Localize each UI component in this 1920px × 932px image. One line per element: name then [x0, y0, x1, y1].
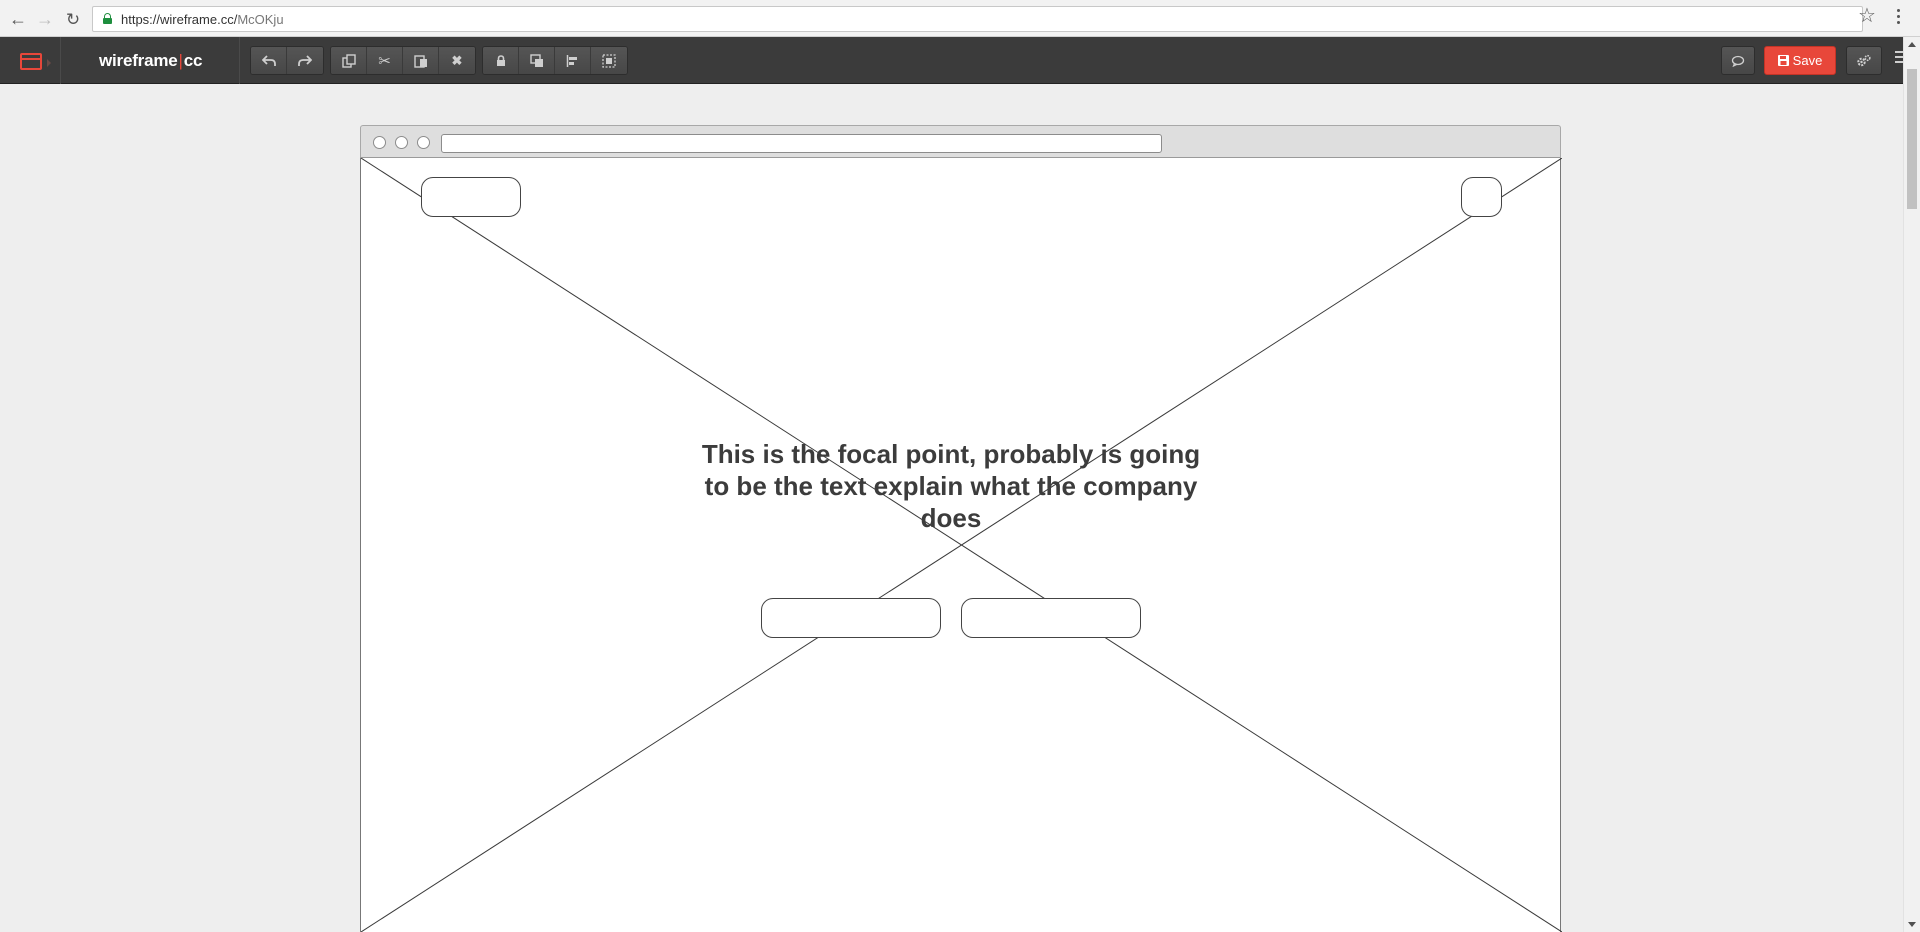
- bring-to-front-icon[interactable]: [519, 47, 555, 74]
- floppy-disk-icon: [1777, 55, 1789, 66]
- address-bar[interactable]: https://wireframe.cc/McOKju: [92, 6, 1863, 32]
- brand-name: wireframe: [99, 51, 178, 70]
- scroll-down-arrow-icon[interactable]: [1908, 922, 1916, 927]
- url-text[interactable]: https://wireframe.cc/McOKju: [121, 12, 284, 27]
- focal-headline[interactable]: This is the focal point, probably is goi…: [691, 438, 1211, 534]
- wireframe-browser-window[interactable]: This is the focal point, probably is goi…: [360, 125, 1562, 932]
- scroll-up-arrow-icon[interactable]: [1908, 42, 1916, 47]
- lock-icon[interactable]: [483, 47, 519, 74]
- image-placeholder-cross[interactable]: [361, 158, 1562, 932]
- kebab-menu-icon[interactable]: [1893, 9, 1903, 29]
- url-host: https://wireframe.cc/: [121, 12, 238, 27]
- edit-group: ✂ ✖: [330, 46, 476, 75]
- wireframe-window-titlebar[interactable]: [360, 125, 1561, 158]
- browser-toolbar: ← → ↻ https://wireframe.cc/McOKju ☆: [0, 0, 1920, 37]
- cut-icon[interactable]: ✂: [367, 47, 403, 74]
- brand-separator: |: [178, 51, 183, 70]
- brand-suffix: cc: [183, 51, 203, 70]
- toolbar-divider: [239, 37, 240, 84]
- arrange-group: [482, 46, 628, 75]
- back-icon[interactable]: ←: [7, 8, 29, 30]
- undo-icon[interactable]: [251, 47, 287, 74]
- wireframe-cta-button-primary[interactable]: [761, 598, 941, 638]
- reload-icon[interactable]: ↻: [62, 8, 84, 30]
- window-dot: [373, 136, 386, 149]
- align-icon[interactable]: [555, 47, 591, 74]
- wireframe-canvas[interactable]: This is the focal point, probably is goi…: [360, 158, 1562, 932]
- wireframe-address-bar[interactable]: [441, 134, 1162, 153]
- page-scrollbar[interactable]: [1903, 37, 1920, 932]
- comment-button[interactable]: [1721, 46, 1755, 75]
- url-path: McOKju: [237, 12, 284, 27]
- save-button[interactable]: Save: [1764, 46, 1836, 75]
- window-dot: [395, 136, 408, 149]
- caret-right-icon: [47, 59, 51, 67]
- wireframe-menu-placeholder[interactable]: [1461, 177, 1502, 217]
- history-group: [250, 46, 324, 75]
- delete-icon[interactable]: ✖: [439, 47, 475, 74]
- redo-icon[interactable]: [287, 47, 323, 74]
- toolbar-divider: [60, 37, 61, 84]
- save-label: Save: [1792, 53, 1823, 68]
- secure-lock-icon: [103, 13, 112, 24]
- group-icon[interactable]: [591, 47, 627, 74]
- paste-icon[interactable]: [403, 47, 439, 74]
- settings-icon: [1857, 54, 1871, 66]
- duplicate-icon[interactable]: [331, 47, 367, 74]
- wireframe-cta-button-secondary[interactable]: [961, 598, 1141, 638]
- app-toolbar: wireframe|cc ✂ ✖ Save: [0, 37, 1920, 84]
- star-icon[interactable]: ☆: [1858, 6, 1876, 26]
- comment-icon: [1731, 55, 1745, 67]
- window-dot: [417, 136, 430, 149]
- settings-button[interactable]: [1846, 46, 1882, 75]
- wireframe-logo-placeholder[interactable]: [421, 177, 521, 217]
- forward-icon[interactable]: →: [34, 8, 56, 30]
- browser-window-icon[interactable]: [20, 53, 42, 70]
- brand-logo: wireframe|cc: [99, 51, 202, 71]
- scrollbar-thumb[interactable]: [1907, 69, 1917, 209]
